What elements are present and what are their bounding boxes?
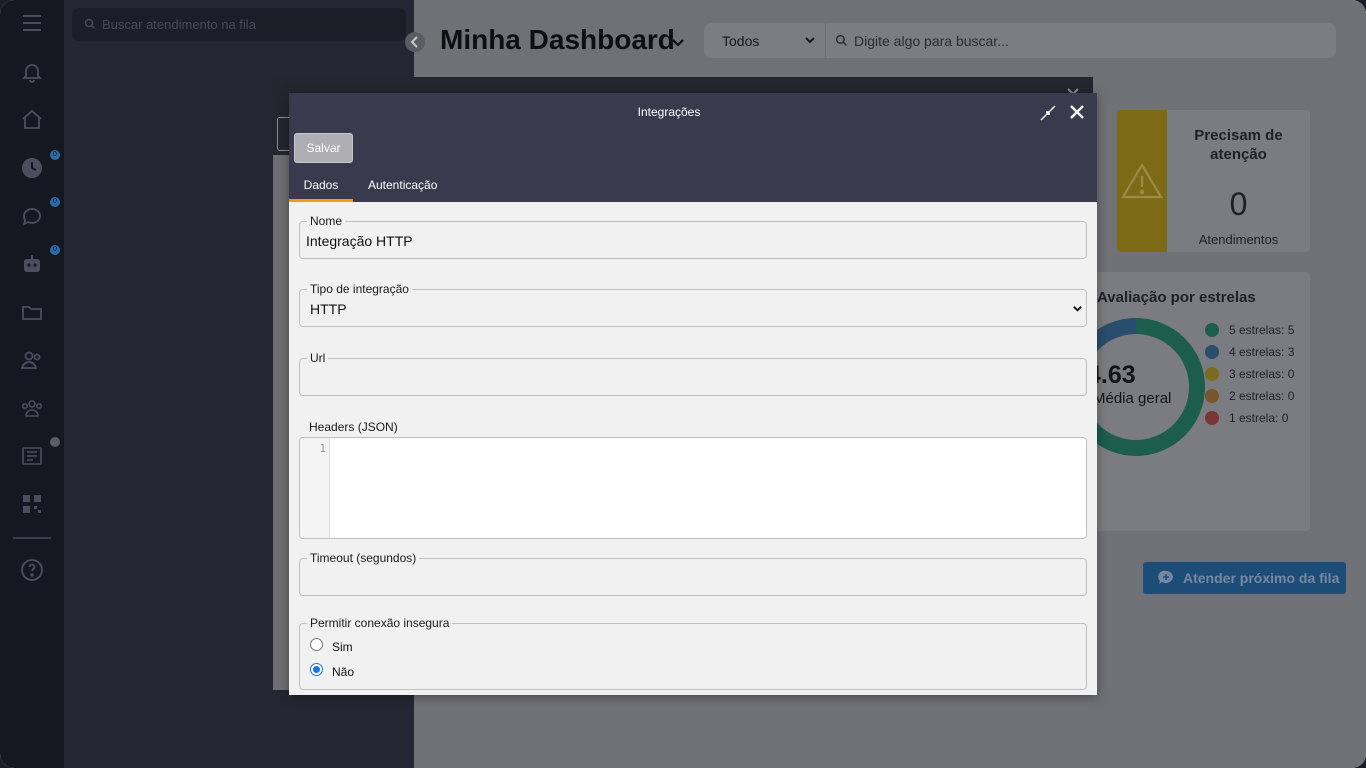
url-label: Url xyxy=(307,351,329,365)
tab-autenticacao[interactable]: Autenticação xyxy=(368,178,437,192)
name-field[interactable]: Nome Integração HTTP xyxy=(299,214,1087,259)
warning-icon xyxy=(1121,162,1163,199)
team-icon[interactable] xyxy=(20,396,44,420)
legend-item: 2 estrelas: 0 xyxy=(1205,388,1294,410)
recent-badge: 0 xyxy=(50,150,60,160)
radio-sim[interactable] xyxy=(310,638,323,651)
divider xyxy=(825,23,826,58)
dialog-title: Integrações xyxy=(637,105,701,119)
insecure-connection-label: Permitir conexão insegura xyxy=(307,616,453,630)
reports-badge xyxy=(50,437,60,447)
legend-swatch xyxy=(1205,411,1219,425)
integration-type-value: HTTP xyxy=(310,301,347,317)
legend-item: 4 estrelas: 3 xyxy=(1205,344,1294,366)
legend-item: 3 estrelas: 0 xyxy=(1205,366,1294,388)
reports-icon[interactable] xyxy=(20,444,44,468)
integrations-dialog: Integrações Salvar Dados Autenticação No… xyxy=(289,93,1097,695)
side-rail: 0 0 0 xyxy=(0,0,64,768)
legend-label: 5 estrelas: 5 xyxy=(1229,323,1295,337)
attention-subtitle: Atendimentos xyxy=(1198,232,1279,247)
app-window: 0 0 0 Buscar atendimento na fila Minha D… xyxy=(0,0,1366,768)
legend-swatch xyxy=(1205,345,1219,359)
legend-label: 4 estrelas: 3 xyxy=(1229,345,1295,359)
rail-separator xyxy=(13,537,51,539)
dashboard-searchbar: Todos Digite algo para buscar... xyxy=(704,23,1336,58)
warning-panel xyxy=(1117,110,1167,252)
page-title: Minha Dashboard xyxy=(440,24,675,55)
headers-json-editor[interactable]: 1 xyxy=(299,437,1087,539)
tab-dados[interactable]: Dados xyxy=(289,178,353,192)
qrcode-icon[interactable] xyxy=(20,492,44,516)
rating-title: Avaliação por estrelas xyxy=(1097,289,1256,306)
attention-title: Precisam de atenção xyxy=(1194,127,1283,163)
rating-card: Avaliação por estrelas 4.63 Média geral … xyxy=(1075,272,1310,531)
attention-card: Precisam de atenção 0 Atendimentos xyxy=(1117,110,1310,252)
radio-sim-label: Sim xyxy=(332,640,353,654)
url-field[interactable]: Url xyxy=(299,351,1087,396)
menu-icon[interactable] xyxy=(20,11,44,35)
save-button[interactable]: Salvar xyxy=(294,133,353,163)
help-icon[interactable] xyxy=(20,558,44,582)
attention-count: 0 xyxy=(1229,186,1248,222)
dialog-header: Integrações Salvar Dados Autenticação xyxy=(289,93,1097,202)
chat-plus-icon xyxy=(1158,570,1173,584)
active-tab-indicator xyxy=(289,199,353,202)
bell-icon[interactable] xyxy=(20,60,44,84)
chevron-down-icon xyxy=(805,37,815,44)
bots-badge: 0 xyxy=(50,245,60,255)
rating-legend: 5 estrelas: 5 4 estrelas: 3 3 estrelas: … xyxy=(1205,322,1294,432)
headers-label: Headers (JSON) xyxy=(309,420,398,434)
legend-label: 1 estrela: 0 xyxy=(1229,411,1289,425)
legend-swatch xyxy=(1205,367,1219,381)
legend-swatch xyxy=(1205,323,1219,337)
editor-gutter: 1 xyxy=(300,438,330,538)
insecure-connection-group: Permitir conexão insegura Sim Não xyxy=(299,616,1087,690)
contacts-icon[interactable] xyxy=(20,348,44,372)
timeout-label: Timeout (segundos) xyxy=(307,551,420,565)
legend-item: 1 estrela: 0 xyxy=(1205,410,1294,432)
folder-icon[interactable] xyxy=(20,300,44,324)
name-value: Integração HTTP xyxy=(306,233,413,249)
filter-select[interactable]: Todos xyxy=(722,33,759,49)
chevron-down-icon[interactable] xyxy=(670,34,686,50)
timeout-field[interactable]: Timeout (segundos) xyxy=(299,551,1087,596)
radio-nao[interactable] xyxy=(310,663,323,676)
legend-label: 2 estrelas: 0 xyxy=(1229,389,1295,403)
integration-type-label: Tipo de integração xyxy=(307,282,412,296)
integration-type-select[interactable]: Tipo de integração HTTP xyxy=(299,282,1087,327)
rating-average-label: Média geral xyxy=(1093,390,1172,407)
name-label: Nome xyxy=(307,214,346,228)
robot-icon[interactable] xyxy=(20,252,44,276)
close-icon[interactable] xyxy=(1068,103,1086,121)
legend-swatch xyxy=(1205,389,1219,403)
next-in-queue-label: Atender próximo da fila xyxy=(1183,570,1340,586)
search-icon xyxy=(835,34,847,46)
radio-nao-label: Não xyxy=(332,665,355,679)
chevron-down-icon xyxy=(1073,306,1082,312)
next-in-queue-button[interactable]: Atender próximo da fila xyxy=(1143,562,1346,594)
collapse-panel-icon[interactable] xyxy=(405,32,425,52)
dashboard-search-input[interactable]: Digite algo para buscar... xyxy=(854,33,1009,49)
clock-icon[interactable] xyxy=(20,156,44,180)
chats-badge: 0 xyxy=(50,197,60,207)
home-icon[interactable] xyxy=(20,108,44,132)
minimize-icon[interactable] xyxy=(1039,104,1057,122)
line-number: 1 xyxy=(319,442,326,455)
legend-label: 3 estrelas: 0 xyxy=(1229,367,1295,381)
legend-item: 5 estrelas: 5 xyxy=(1205,322,1294,344)
chat-icon[interactable] xyxy=(20,204,44,228)
